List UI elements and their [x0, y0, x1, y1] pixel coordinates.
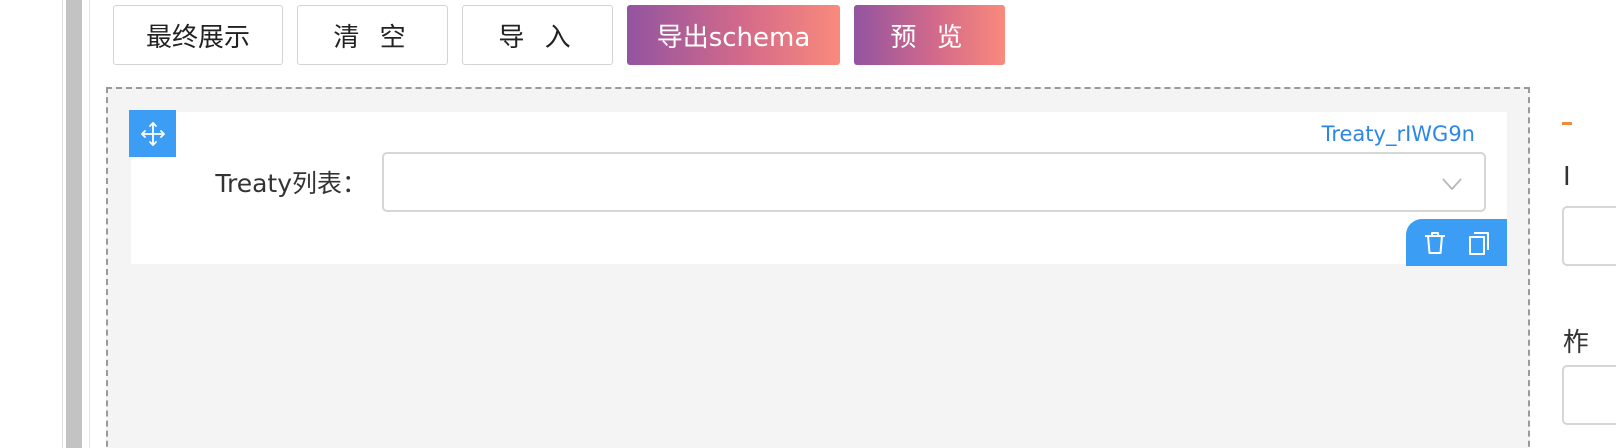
property-input-1[interactable] — [1562, 206, 1616, 266]
field-label: Treaty列表： — [215, 169, 367, 198]
sidebar-scrollbar[interactable] — [66, 0, 82, 448]
left-sidebar — [0, 0, 90, 448]
property-label-1: I — [1563, 162, 1571, 192]
field-action-bar — [1406, 219, 1507, 266]
active-tab-indicator — [1562, 122, 1572, 125]
property-input-2[interactable] — [1562, 365, 1616, 425]
delete-button[interactable] — [1422, 230, 1448, 256]
preview-button[interactable]: 预 览 — [854, 5, 1005, 65]
drag-handle[interactable] — [129, 110, 176, 157]
property-panel: I 柞 — [1545, 0, 1616, 448]
move-icon — [140, 121, 165, 146]
copy-icon — [1468, 231, 1489, 255]
panel-divider — [89, 0, 90, 448]
final-display-button[interactable]: 最终展示 — [113, 5, 283, 65]
chevron-down-icon — [1442, 178, 1462, 191]
property-label-2: 柞 — [1563, 328, 1590, 358]
sidebar-divider — [62, 0, 63, 448]
copy-button[interactable] — [1466, 230, 1492, 256]
clear-button[interactable]: 清 空 — [297, 5, 448, 65]
form-designer: 最终展示 清 空 导 入 导出schema 预 览 Treaty_rIWG9n … — [0, 0, 1616, 448]
toolbar: 最终展示 清 空 导 入 导出schema 预 览 — [113, 4, 1005, 66]
import-button[interactable]: 导 入 — [462, 5, 613, 65]
export-schema-button[interactable]: 导出schema — [627, 5, 840, 65]
delete-icon — [1424, 231, 1445, 254]
treaty-select[interactable] — [382, 152, 1486, 212]
design-canvas[interactable]: Treaty_rIWG9n Treaty列表： — [106, 87, 1530, 448]
form-field-card[interactable]: Treaty_rIWG9n Treaty列表： — [129, 110, 1507, 266]
field-id-label: Treaty_rIWG9n — [1321, 122, 1475, 146]
